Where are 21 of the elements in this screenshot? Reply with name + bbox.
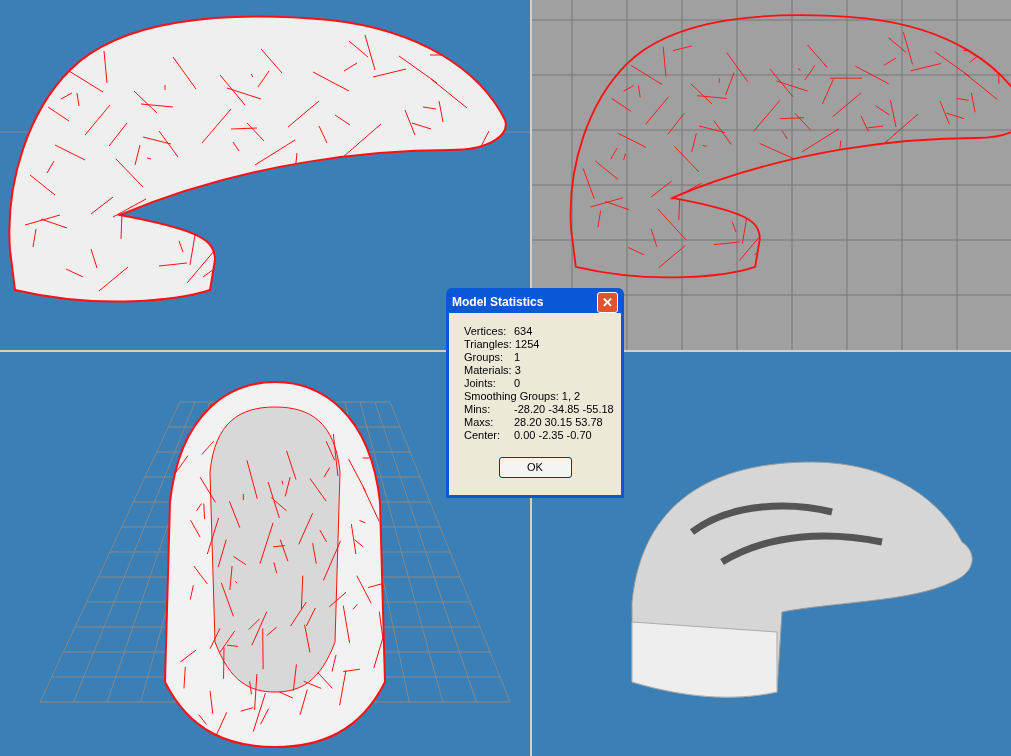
stat-label: Triangles:: [464, 338, 513, 351]
stat-label: Groups:: [464, 351, 505, 364]
stat-label: Joints:: [464, 377, 497, 390]
stat-value: 3: [514, 364, 521, 377]
stat-label: Smoothing Groups:: [464, 390, 560, 403]
stat-value: -28.20 -34.85 -55.18: [514, 403, 614, 416]
ok-button[interactable]: OK: [498, 457, 572, 478]
stat-value: 634: [514, 325, 533, 338]
stat-value: 0.00 -2.35 -0.70: [514, 429, 592, 442]
stat-value: 1, 2: [561, 390, 581, 403]
stat-label: Materials:: [464, 364, 513, 377]
stat-label: Maxs:: [464, 416, 495, 429]
stat-label: Center:: [464, 429, 502, 442]
stat-value: 1254: [514, 338, 540, 351]
stat-value: 0: [514, 377, 521, 390]
dialog-title: Model Statistics: [452, 294, 544, 311]
stat-value: 28.20 30.15 53.78: [514, 416, 603, 429]
stat-label: Mins:: [464, 403, 492, 416]
stat-value: 1: [514, 351, 521, 364]
close-button[interactable]: ✕: [597, 291, 618, 313]
stat-label: Vertices:: [464, 325, 508, 338]
